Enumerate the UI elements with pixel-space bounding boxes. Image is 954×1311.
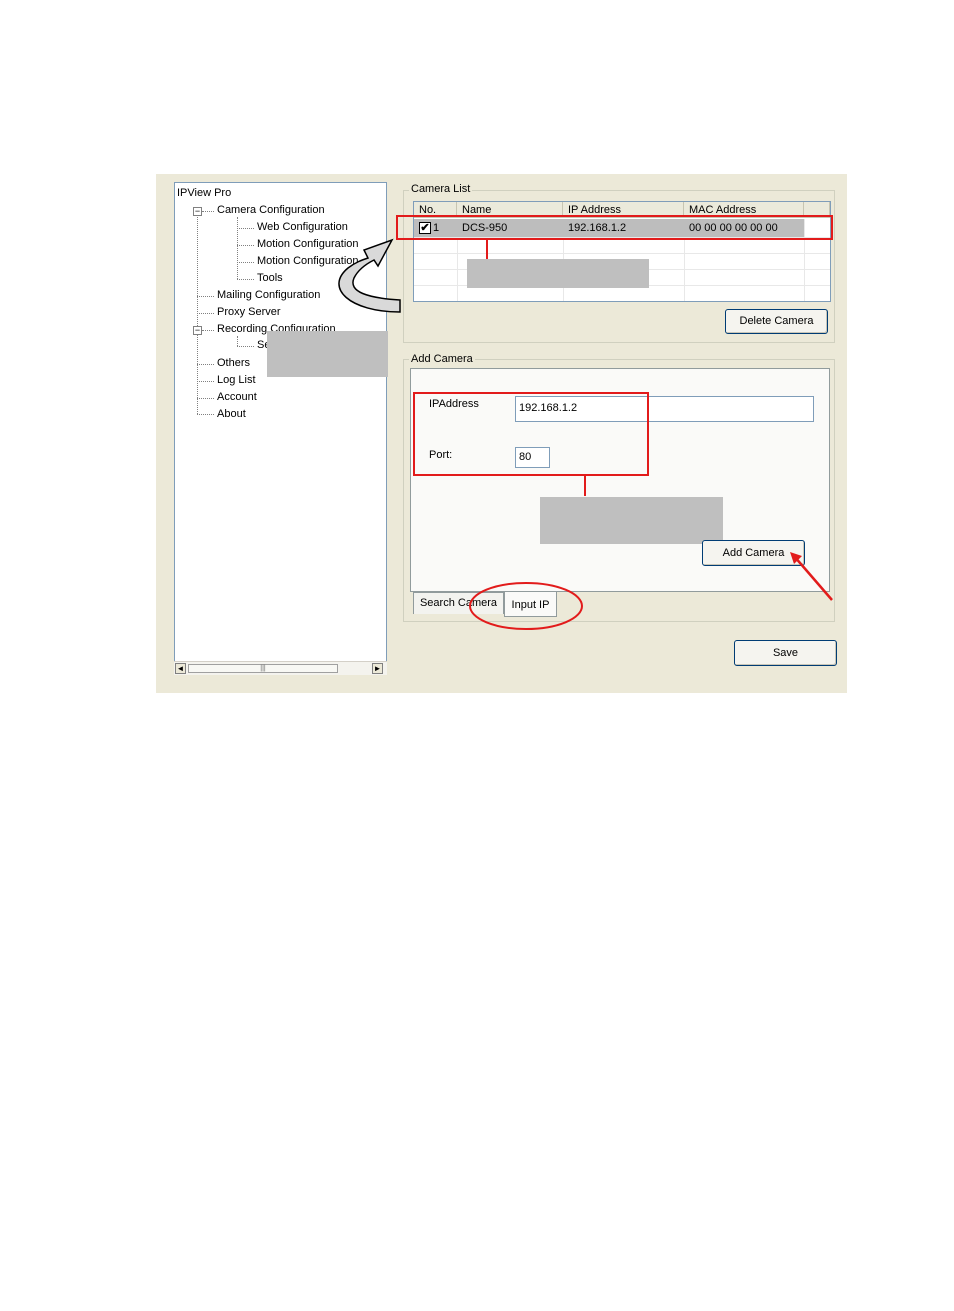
tree-item-tools[interactable]: Tools <box>257 272 283 285</box>
collapse-icon-recording[interactable]: − <box>193 326 202 335</box>
callout-box-input <box>540 497 723 544</box>
tree-item-account[interactable]: Account <box>217 391 257 404</box>
save-button[interactable]: Save <box>734 640 837 666</box>
annotation-connector-2 <box>584 476 586 496</box>
tree-item-proxy-server[interactable]: Proxy Server <box>217 306 281 319</box>
highlight-ellipse-annotation <box>469 582 583 630</box>
tree-root[interactable]: IPView Pro <box>177 187 231 200</box>
delete-camera-button[interactable]: Delete Camera <box>725 309 828 334</box>
highlight-input-annotation <box>413 392 649 476</box>
collapse-icon[interactable]: − <box>193 207 202 216</box>
callout-box-row <box>467 259 649 288</box>
tree-horizontal-scrollbar[interactable]: ◄ ||| ► <box>174 661 387 675</box>
callout-box-tree <box>267 331 388 377</box>
tree-item-mailing-configuration[interactable]: Mailing Configuration <box>217 289 320 302</box>
red-arrow-icon <box>790 552 833 601</box>
scroll-right-icon[interactable]: ► <box>372 663 383 674</box>
add-camera-legend: Add Camera <box>409 353 475 365</box>
tree-item-log-list[interactable]: Log List <box>217 374 256 387</box>
highlight-row-annotation <box>396 215 833 240</box>
camera-list-legend: Camera List <box>409 183 473 195</box>
tree-item-about[interactable]: About <box>217 408 246 421</box>
tree-item-camera-configuration[interactable]: Camera Configuration <box>217 204 325 217</box>
annotation-connector <box>486 240 488 259</box>
tree-item-others[interactable]: Others <box>217 357 250 370</box>
curved-arrow-icon <box>338 238 401 313</box>
scroll-left-icon[interactable]: ◄ <box>175 663 186 674</box>
scroll-thumb[interactable]: ||| <box>188 664 338 673</box>
